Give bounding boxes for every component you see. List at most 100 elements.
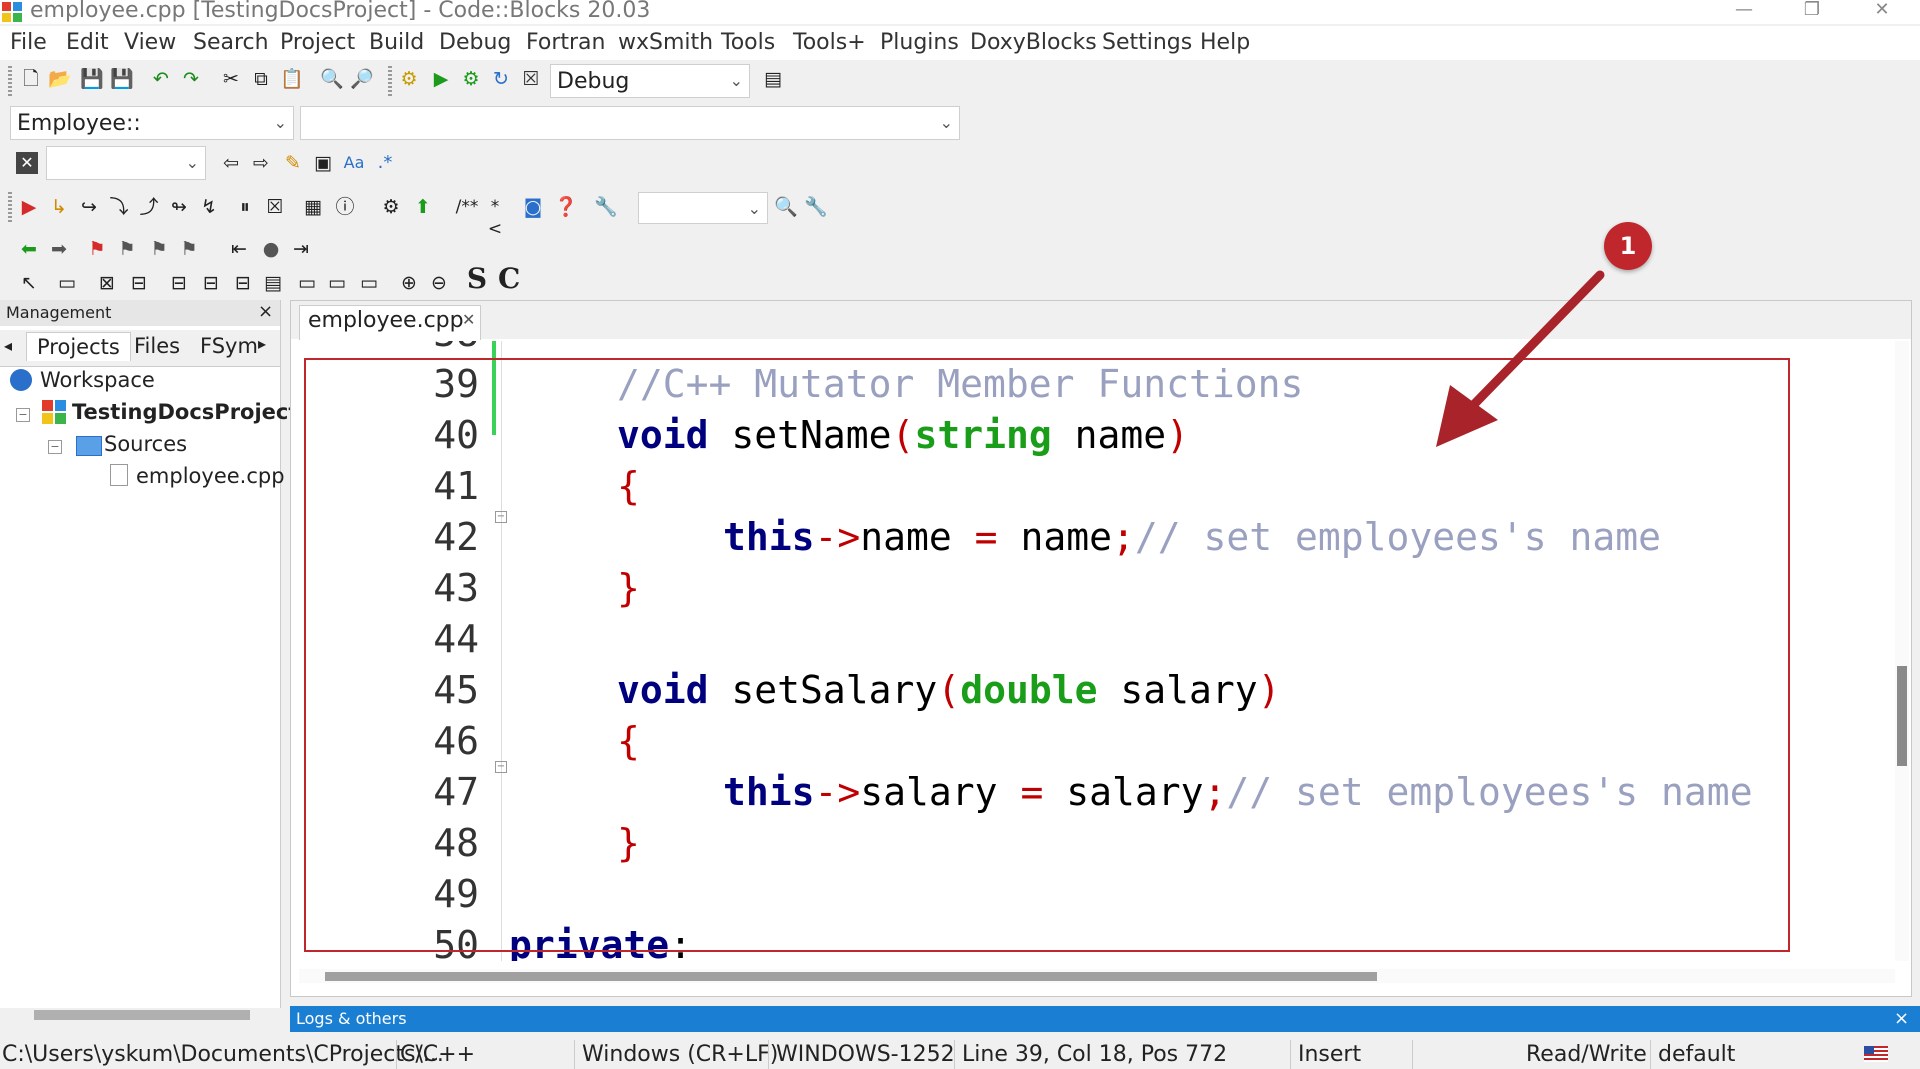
various-info-icon[interactable]: ⓘ <box>334 196 356 218</box>
step-into-icon[interactable]: ⤵ <box>108 196 130 218</box>
run-chm-icon[interactable]: ❓ <box>554 196 578 218</box>
tree-workspace[interactable]: Workspace <box>40 368 155 392</box>
style-s-button[interactable]: S <box>466 265 488 293</box>
menu-help[interactable]: Help <box>1200 30 1250 55</box>
back-arrow-icon[interactable]: ⬅ <box>18 238 40 260</box>
frame-icon[interactable]: ▭ <box>56 272 78 294</box>
close-tab-icon[interactable]: ✕ <box>462 310 475 329</box>
bookmark-next-icon[interactable]: ⚑ <box>148 238 170 260</box>
cut-icon[interactable]: ✂ <box>220 68 242 90</box>
forward-arrow-icon[interactable]: ➡ <box>48 238 70 260</box>
zoom-out-icon[interactable]: ⊖ <box>428 272 450 294</box>
align-right-icon[interactable]: ▭ <box>326 272 348 294</box>
line-number[interactable]: 38 <box>359 341 479 355</box>
style-c-button[interactable]: C <box>498 265 520 293</box>
highlight-icon[interactable]: ✎ <box>282 152 304 174</box>
tree-project[interactable]: TestingDocsProject <box>72 400 298 424</box>
menu-file[interactable]: File <box>10 30 47 55</box>
vertical-scrollbar[interactable] <box>1895 341 1909 961</box>
regex-icon[interactable]: .* <box>374 152 396 174</box>
save-all-icon[interactable]: 💾 <box>110 68 134 90</box>
next-line-icon[interactable]: ↪ <box>78 196 100 218</box>
next-instruction-icon[interactable]: ↬ <box>168 196 190 218</box>
static-box-icon[interactable]: ⊟ <box>200 272 222 294</box>
jump-forward-icon[interactable]: ⇥ <box>290 238 312 260</box>
block-comment-button[interactable]: /** <box>452 196 482 218</box>
docs-settings-icon[interactable]: 🔧 <box>804 196 828 218</box>
save-icon[interactable]: 💾 <box>80 68 104 90</box>
close-button[interactable]: ✕ <box>1860 0 1904 24</box>
toolbar-grip[interactable] <box>8 66 12 96</box>
align-left-icon[interactable]: ▭ <box>296 272 318 294</box>
menu-tools-plus[interactable]: Tools+ <box>793 30 866 55</box>
horizontal-scroll-thumb[interactable] <box>325 972 1377 981</box>
menu-debug[interactable]: Debug <box>439 30 511 55</box>
match-case-icon[interactable]: Aa <box>340 152 368 174</box>
build-gear-icon[interactable]: ⚙ <box>398 68 420 90</box>
jump-toggle-icon[interactable]: ● <box>260 238 282 260</box>
find-next-icon[interactable]: ⇨ <box>250 152 272 174</box>
vertical-scroll-thumb[interactable] <box>1897 666 1907 766</box>
logs-close-icon[interactable]: × <box>1894 1008 1909 1029</box>
tree-file-employee-cpp[interactable]: employee.cpp <box>136 464 285 488</box>
run-icon[interactable]: ▶ <box>430 68 452 90</box>
collapse-toggle-icon[interactable]: − <box>48 440 62 454</box>
build-and-run-icon[interactable]: ⚙ <box>460 68 482 90</box>
step-into-instruction-icon[interactable]: ↯ <box>198 196 220 218</box>
jump-back-icon[interactable]: ⇤ <box>228 238 250 260</box>
flex-sizer-icon[interactable]: ⊟ <box>232 272 254 294</box>
redo-icon[interactable]: ↷ <box>180 68 202 90</box>
pointer-icon[interactable]: ↖ <box>18 272 40 294</box>
management-scrollbar[interactable] <box>34 1010 250 1020</box>
abort-icon[interactable]: ☒ <box>520 68 542 90</box>
close-panel-icon[interactable]: × <box>258 301 273 322</box>
expand-icon[interactable]: ▭ <box>358 272 380 294</box>
horizontal-scrollbar[interactable] <box>299 969 1895 983</box>
bookmark-clear-icon[interactable]: ⚑ <box>178 238 200 260</box>
replace-icon[interactable]: 🔎 <box>350 68 374 90</box>
debugging-windows-icon[interactable]: ▦ <box>302 196 324 218</box>
menu-tools[interactable]: Tools <box>721 30 775 55</box>
menu-search[interactable]: Search <box>193 30 269 55</box>
stop-debugger-icon[interactable]: ☒ <box>264 196 286 218</box>
menu-plugins[interactable]: Plugins <box>880 30 959 55</box>
doxywizard-icon[interactable]: ⚙ <box>380 196 402 218</box>
build-target-select[interactable]: Debug ⌄ <box>550 64 750 98</box>
tab-files[interactable]: Files <box>134 334 180 358</box>
menu-fortran[interactable]: Fortran <box>526 30 605 55</box>
run-to-cursor-icon[interactable]: ↳ <box>48 196 70 218</box>
debug-continue-icon[interactable]: ▶ <box>18 196 40 218</box>
bookmark-toggle-icon[interactable]: ⚑ <box>86 238 108 260</box>
restore-button[interactable]: ❐ <box>1790 0 1834 24</box>
menu-edit[interactable]: Edit <box>66 30 109 55</box>
extract-docs-icon[interactable]: ⬆ <box>412 196 434 218</box>
logs-bar[interactable]: Logs & others × <box>290 1006 1920 1032</box>
scope-select[interactable]: Employee:: ⌄ <box>10 106 294 140</box>
find-in-docs-icon[interactable]: 🔍 <box>774 196 798 218</box>
zoom-in-icon[interactable]: ⊕ <box>398 272 420 294</box>
paste-icon[interactable]: 📋 <box>280 68 304 90</box>
box-sizer-icon[interactable]: ⊟ <box>168 272 190 294</box>
search-text-select[interactable]: ⌄ <box>46 146 206 180</box>
menu-project[interactable]: Project <box>280 30 355 55</box>
find-icon[interactable]: 🔍 <box>320 68 344 90</box>
step-out-icon[interactable]: ⤴ <box>138 196 160 218</box>
doxy-select[interactable]: ⌄ <box>638 192 768 224</box>
new-file-icon[interactable]: 🗋 <box>20 68 42 90</box>
line-comment-button[interactable]: *< <box>484 196 506 239</box>
menu-view[interactable]: View <box>124 30 176 55</box>
rebuild-icon[interactable]: ↻ <box>490 68 512 90</box>
find-previous-icon[interactable]: ⇦ <box>220 152 242 174</box>
editor-tab[interactable]: employee.cpp ✕ <box>299 305 481 340</box>
open-file-icon[interactable]: 📂 <box>48 68 72 90</box>
symbol-select[interactable]: ⌄ <box>300 106 960 140</box>
toolbar-grip[interactable] <box>8 192 12 222</box>
clear-search-icon[interactable]: ✕ <box>16 152 38 174</box>
grid-sizer-icon[interactable]: ⊟ <box>128 272 150 294</box>
sizer-icon[interactable]: ⊠ <box>96 272 118 294</box>
collapse-toggle-icon[interactable]: − <box>16 408 30 422</box>
tree-sources[interactable]: Sources <box>104 432 187 456</box>
tab-fsym[interactable]: FSym <box>200 334 258 358</box>
tab-scroll-left-icon[interactable]: ◂ <box>4 336 12 355</box>
menu-build[interactable]: Build <box>369 30 424 55</box>
